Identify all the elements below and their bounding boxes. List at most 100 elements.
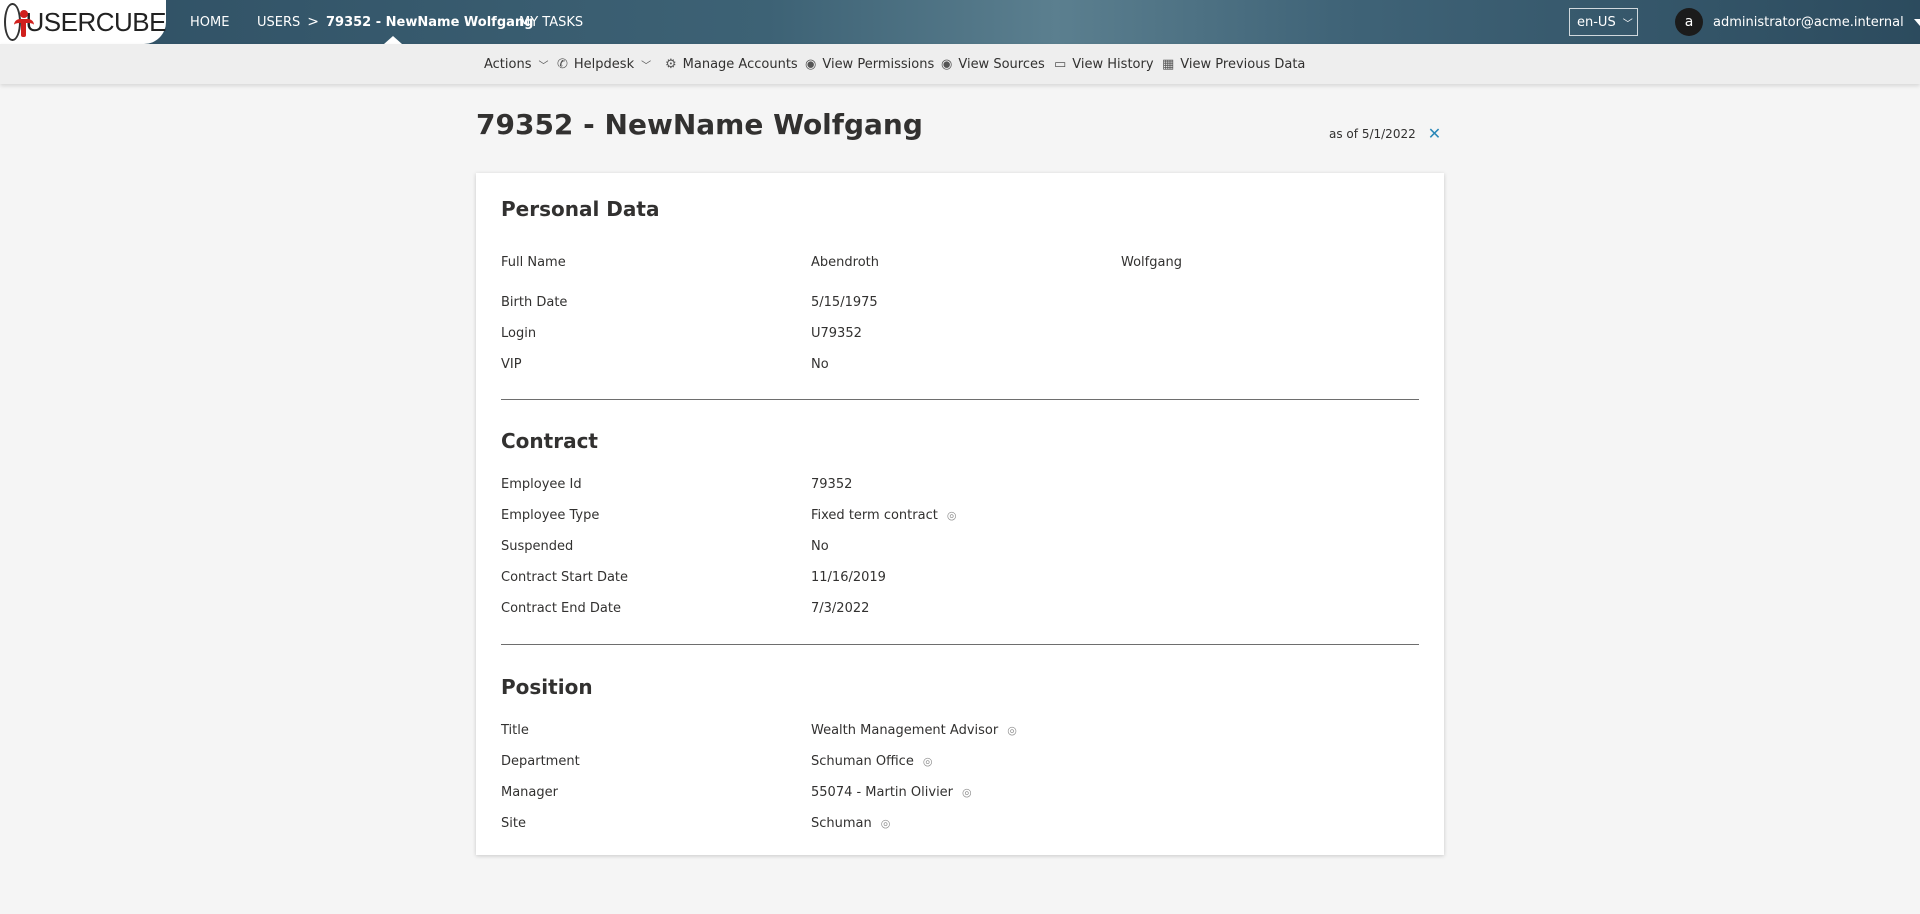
eye-icon[interactable]: ◎ xyxy=(1007,724,1017,737)
nav-users[interactable]: USERS xyxy=(257,15,300,30)
field-value: 5/15/1975 xyxy=(811,295,878,310)
view-permissions-label: View Permissions xyxy=(822,56,935,72)
chevron-down-icon: ﹀ xyxy=(1622,18,1633,30)
field-site: Site Schuman ◎ xyxy=(501,816,1421,836)
field-value: 79352 xyxy=(811,477,853,492)
field-label: Suspended xyxy=(501,539,574,554)
language-select[interactable]: en-US ﹀ xyxy=(1569,8,1638,36)
field-label: Login xyxy=(501,326,537,341)
chevron-down-icon: ﹀ xyxy=(538,60,549,72)
field-label: Contract End Date xyxy=(501,601,621,616)
view-history-label: View History xyxy=(1072,56,1154,72)
action-toolbar: Actions ﹀ ✆ Helpdesk ﹀ ⚙ Manage Accounts… xyxy=(0,44,1920,84)
field-login: Login U79352 xyxy=(501,326,1421,346)
field-contract-end: Contract End Date 7/3/2022 xyxy=(501,601,1421,621)
field-label: Department xyxy=(501,754,580,769)
field-employee-id: Employee Id 79352 xyxy=(501,477,1421,497)
user-email: administrator@acme.internal xyxy=(1713,14,1904,30)
eye-icon: ◉ xyxy=(941,56,953,72)
chevron-down-icon: ﹀ xyxy=(641,60,652,72)
field-vip: VIP No xyxy=(501,357,1421,377)
field-label: Employee Type xyxy=(501,508,600,523)
phone-icon: ✆ xyxy=(557,56,568,72)
view-permissions-button[interactable]: ◉ View Permissions xyxy=(805,44,934,84)
field-value: Wealth Management Advisor xyxy=(811,723,999,738)
helpdesk-label: Helpdesk xyxy=(573,56,635,72)
field-label: Contract Start Date xyxy=(501,570,629,585)
field-value-wrap: 55074 - Martin Olivier ◎ xyxy=(811,785,972,800)
field-value-wrap: Schuman Office ◎ xyxy=(811,754,932,769)
field-value: Schuman Office xyxy=(811,754,914,769)
as-of-label: as of xyxy=(1329,126,1358,141)
page-title: 79352 - NewName Wolfgang xyxy=(476,108,923,141)
manage-accounts-button[interactable]: ⚙ Manage Accounts xyxy=(665,44,798,84)
field-employee-type: Employee Type Fixed term contract ◎ xyxy=(501,508,1421,528)
field-value-wrap: Schuman ◎ xyxy=(811,816,890,831)
as-of-date: as of 5/1/2022 ✕ xyxy=(1329,124,1441,143)
field-manager: Manager 55074 - Martin Olivier ◎ xyxy=(501,785,1421,805)
logo-text: USERCUBE xyxy=(25,6,167,37)
calendar-icon: ▭ xyxy=(1054,56,1067,72)
field-full-name: Full Name Abendroth Wolfgang xyxy=(501,255,1421,275)
nav-my-tasks[interactable]: MY TASKS xyxy=(519,0,583,44)
eye-icon[interactable]: ◎ xyxy=(881,817,891,830)
field-birth-date: Birth Date 5/15/1975 xyxy=(501,295,1421,315)
helpdesk-menu[interactable]: ✆ Helpdesk ﹀ xyxy=(557,44,651,84)
view-sources-label: View Sources xyxy=(958,56,1045,72)
calendar-grid-icon: ▦ xyxy=(1162,56,1175,72)
field-value-wrap: Fixed term contract ◎ xyxy=(811,508,956,523)
close-icon[interactable]: ✕ xyxy=(1428,124,1441,143)
view-previous-data-label: View Previous Data xyxy=(1180,56,1306,72)
view-sources-button[interactable]: ◉ View Sources xyxy=(941,44,1045,84)
field-department: Department Schuman Office ◎ xyxy=(501,754,1421,774)
field-label: Birth Date xyxy=(501,295,568,310)
field-label: Manager xyxy=(501,785,558,800)
view-previous-data-button[interactable]: ▦ View Previous Data xyxy=(1162,44,1305,84)
field-value-wrap: Wealth Management Advisor ◎ xyxy=(811,723,1017,738)
field-label: Employee Id xyxy=(501,477,582,492)
actions-label: Actions xyxy=(484,56,532,72)
field-title: Title Wealth Management Advisor ◎ xyxy=(501,723,1421,743)
field-contract-start: Contract Start Date 11/16/2019 xyxy=(501,570,1421,590)
field-value: No xyxy=(811,357,829,372)
manage-accounts-label: Manage Accounts xyxy=(682,56,798,72)
field-value: 11/16/2019 xyxy=(811,570,886,585)
field-value: Fixed term contract xyxy=(811,508,938,523)
field-label: Site xyxy=(501,816,526,831)
nav-current-user[interactable]: 79352 - NewName Wolfgang xyxy=(326,15,533,30)
language-value: en-US xyxy=(1577,14,1616,30)
as-of-value: 5/1/2022 xyxy=(1361,126,1416,141)
nav-home[interactable]: HOME xyxy=(190,0,229,44)
view-history-button[interactable]: ▭ View History xyxy=(1054,44,1154,84)
usercube-logo-icon xyxy=(4,3,34,41)
section-title-contract: Contract xyxy=(501,429,598,453)
field-value: U79352 xyxy=(811,326,862,341)
top-navigation-bar: USERCUBE HOME USERS > 79352 - NewName Wo… xyxy=(0,0,1920,44)
eye-icon[interactable]: ◎ xyxy=(947,509,957,522)
field-label: Full Name xyxy=(501,255,566,270)
user-details-card: Personal Data Full Name Abendroth Wolfga… xyxy=(476,173,1444,855)
gear-icon: ⚙ xyxy=(665,56,677,72)
caret-down-icon xyxy=(1913,18,1920,26)
field-value: Schuman xyxy=(811,816,872,831)
avatar: a xyxy=(1675,8,1703,36)
field-value-first-name: Wolfgang xyxy=(1121,255,1182,270)
field-value: 7/3/2022 xyxy=(811,601,870,616)
eye-icon: ◉ xyxy=(805,56,817,72)
section-divider xyxy=(501,399,1419,400)
field-value-last-name: Abendroth xyxy=(811,255,879,270)
usercube-logo[interactable]: USERCUBE xyxy=(0,0,167,44)
breadcrumb-chevron-icon: > xyxy=(307,14,319,30)
field-value: 55074 - Martin Olivier xyxy=(811,785,954,800)
user-menu[interactable]: a administrator@acme.internal xyxy=(1675,8,1920,36)
eye-icon[interactable]: ◎ xyxy=(962,786,972,799)
section-title-personal: Personal Data xyxy=(501,197,660,221)
eye-icon[interactable]: ◎ xyxy=(923,755,933,768)
actions-menu[interactable]: Actions ﹀ xyxy=(484,44,549,84)
section-title-position: Position xyxy=(501,675,593,699)
field-value: No xyxy=(811,539,829,554)
field-label: VIP xyxy=(501,357,522,372)
section-divider xyxy=(501,644,1419,645)
field-suspended: Suspended No xyxy=(501,539,1421,559)
field-label: Title xyxy=(501,723,529,738)
